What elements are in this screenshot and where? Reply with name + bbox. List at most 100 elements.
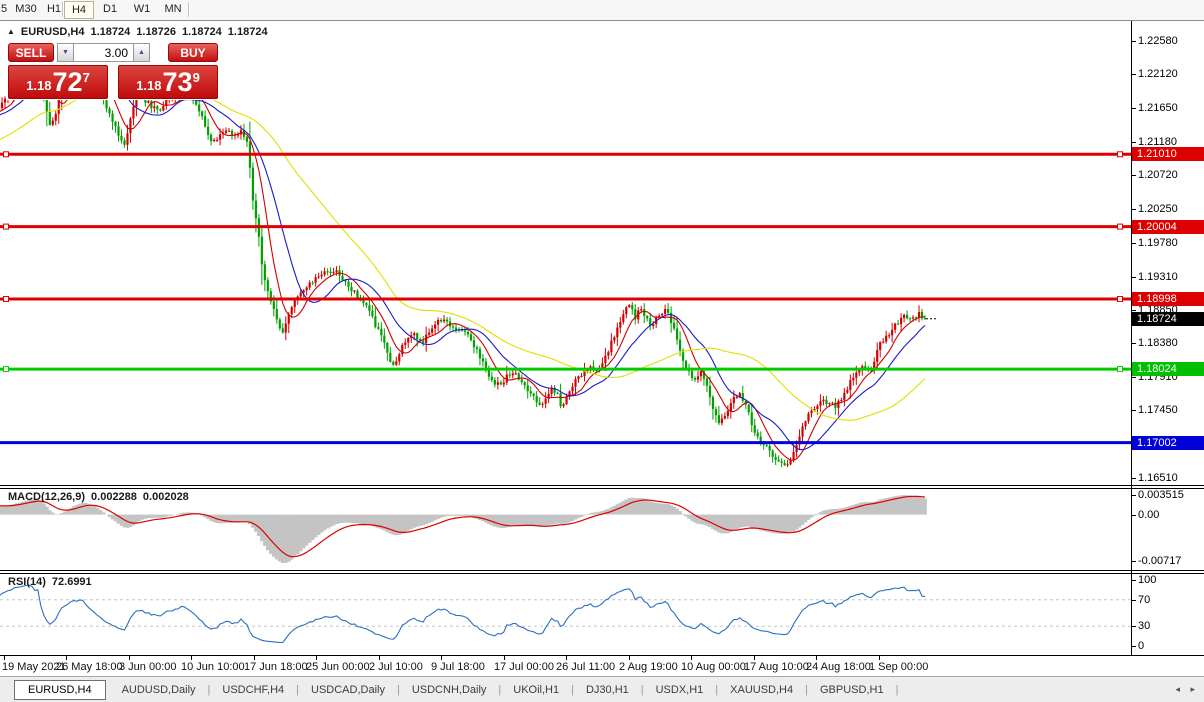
line-handle[interactable] bbox=[1117, 151, 1123, 158]
axis-tick bbox=[1131, 142, 1136, 143]
price-axis-label: 1.22580 bbox=[1138, 35, 1178, 47]
macd-value-signal: 0.002028 bbox=[142, 491, 189, 503]
chart-tab-gbpusd[interactable]: GBPUSD,H1 bbox=[810, 681, 894, 699]
chart-tab-bar: EURUSD,H4 AUDUSD,Daily | USDCHF,H4 | USDCAD,D… bbox=[0, 676, 1204, 702]
chart-symbol-title: EURUSD,H4 bbox=[20, 26, 85, 38]
collapse-icon[interactable]: ▲ bbox=[7, 27, 15, 36]
tab-separator: | bbox=[571, 683, 574, 696]
axis-tick bbox=[1131, 343, 1136, 344]
time-axis-tick bbox=[316, 656, 317, 660]
chart-tab-usdchf[interactable]: USDCHF,H4 bbox=[212, 681, 294, 699]
line-handle[interactable] bbox=[1117, 366, 1123, 373]
chart-tab-usdx[interactable]: USDX,H1 bbox=[646, 681, 714, 699]
volume-increase-button[interactable]: ▲ bbox=[133, 43, 150, 62]
volume-decrease-button[interactable]: ▼ bbox=[57, 43, 74, 62]
time-axis-tick bbox=[629, 656, 630, 660]
time-axis-tick bbox=[4, 656, 5, 660]
axis-tick bbox=[1131, 209, 1136, 210]
rsi-axis-label: 30 bbox=[1138, 620, 1151, 632]
tab-separator: | bbox=[895, 683, 899, 696]
ma-lines bbox=[0, 54, 926, 461]
axis-tick bbox=[1131, 108, 1136, 109]
macd-title: MACD(12,26,9) bbox=[8, 491, 86, 503]
line-handle[interactable] bbox=[3, 151, 9, 158]
mt4-terminal: 5 M30 H1 H4 D1 W1 MN ▲ EURUSD,H4 1.18724 1.18726 1… bbox=[0, 0, 1204, 702]
toolbar-separator bbox=[188, 2, 190, 17]
time-axis-label: 2 Jul 10:00 bbox=[369, 661, 423, 673]
chart-tab-ukoil[interactable]: UKOil,H1 bbox=[503, 681, 569, 699]
time-axis-label: 24 Aug 18:00 bbox=[806, 661, 871, 673]
time-axis-label: 26 Jul 11:00 bbox=[556, 661, 616, 673]
price-axis-label: 1.20720 bbox=[1138, 169, 1178, 181]
timeframe-button-5[interactable]: 5 bbox=[0, 2, 8, 17]
rsi-canvas[interactable] bbox=[0, 574, 1131, 654]
line-handle[interactable] bbox=[1117, 296, 1123, 302]
axis-tick bbox=[1131, 277, 1136, 278]
macd-histogram bbox=[0, 495, 927, 563]
current-price-tag: 1.18724 bbox=[1132, 312, 1204, 326]
line-handle[interactable] bbox=[1117, 223, 1123, 230]
rsi-value: 72.6991 bbox=[51, 576, 92, 588]
axis-tick bbox=[1131, 561, 1136, 562]
pane-separator[interactable] bbox=[0, 485, 1204, 486]
timeframe-button-mn[interactable]: MN bbox=[160, 2, 186, 17]
volume-input[interactable]: 3.00 bbox=[74, 43, 133, 62]
pane-separator[interactable] bbox=[0, 570, 1204, 571]
price-axis-label: 1.20250 bbox=[1138, 203, 1178, 215]
timeframe-button-m30[interactable]: M30 bbox=[10, 2, 42, 17]
axis-tick bbox=[1131, 646, 1136, 647]
tab-separator: | bbox=[640, 683, 644, 696]
line-handle[interactable] bbox=[3, 223, 9, 230]
buy-price-base: 1.18 bbox=[136, 78, 162, 93]
chart-tab-dj30[interactable]: DJ30,H1 bbox=[576, 681, 639, 699]
chart-tab-audusd[interactable]: AUDUSD,Daily bbox=[112, 681, 206, 699]
line-handle[interactable] bbox=[3, 296, 9, 302]
timeframe-button-d1[interactable]: D1 bbox=[98, 2, 122, 17]
axis-tick bbox=[1131, 495, 1136, 496]
line-handle[interactable] bbox=[3, 366, 9, 373]
timeframe-button-h4[interactable]: H4 bbox=[64, 1, 94, 19]
price-axis-label: 1.17450 bbox=[1138, 404, 1178, 416]
chart-tab-xauusd[interactable]: XAUUSD,H4 bbox=[720, 681, 803, 699]
time-axis-label: 2 Aug 19:00 bbox=[619, 661, 678, 673]
axis-tick bbox=[1131, 515, 1136, 516]
macd-axis-label: 0.00 bbox=[1138, 509, 1160, 521]
price-axis-label: 1.19780 bbox=[1138, 237, 1178, 249]
time-axis-label: 1 Sep 00:00 bbox=[869, 661, 929, 673]
tab-separator: | bbox=[715, 683, 719, 696]
chart-tab-usdcad[interactable]: USDCAD,Daily bbox=[301, 681, 395, 699]
price-axis-label: 1.21650 bbox=[1138, 102, 1178, 114]
buy-price-big: 73 bbox=[162, 67, 193, 97]
price-axis-label: 1.19310 bbox=[1138, 271, 1178, 283]
volume-spinner: ▼ 3.00 ▲ bbox=[57, 43, 150, 62]
axis-tick bbox=[1131, 626, 1136, 627]
axis-tick bbox=[1131, 41, 1136, 42]
timeframe-button-w1[interactable]: W1 bbox=[130, 2, 154, 17]
buy-button[interactable]: BUY bbox=[168, 43, 218, 62]
sell-price-pip: 7 bbox=[82, 70, 90, 85]
pane-separator[interactable] bbox=[0, 573, 1204, 574]
tab-separator: | bbox=[396, 683, 400, 696]
time-axis-tick bbox=[691, 656, 692, 660]
buy-price-display[interactable]: 1.18 73 9 bbox=[118, 65, 218, 99]
macd-value-main: 0.002288 bbox=[91, 491, 137, 503]
tab-separator: | bbox=[296, 683, 299, 696]
time-axis-tick bbox=[191, 656, 192, 660]
sell-button[interactable]: SELL bbox=[8, 43, 54, 62]
line-price-tag: 1.17002 bbox=[1132, 436, 1204, 450]
axis-tick bbox=[1131, 410, 1136, 411]
chart-tab-eurusd[interactable]: EURUSD,H4 bbox=[14, 679, 106, 700]
time-axis-label: 17 Aug 10:00 bbox=[744, 661, 809, 673]
rsi-axis-label: 70 bbox=[1138, 594, 1151, 606]
chart-ohlc-header: ▲ EURUSD,H4 1.18724 1.18726 1.18724 1.18724 bbox=[7, 26, 274, 38]
one-click-trading-widget: SELL ▼ 3.00 ▲ BUY 1.18 72 7 1.18 73 9 bbox=[6, 42, 220, 100]
chart-tab-usdcnh[interactable]: USDCNH,Daily bbox=[402, 681, 497, 699]
axis-tick bbox=[1131, 243, 1136, 244]
time-axis-tick bbox=[66, 656, 67, 660]
time-axis-label: 10 Aug 00:00 bbox=[681, 661, 746, 673]
pane-separator[interactable] bbox=[0, 488, 1204, 489]
tab-scroll-arrows[interactable]: ◂ ▸ bbox=[1175, 684, 1199, 695]
tab-separator: | bbox=[207, 683, 211, 696]
sell-price-display[interactable]: 1.18 72 7 bbox=[8, 65, 108, 99]
sell-price-base: 1.18 bbox=[26, 78, 52, 93]
